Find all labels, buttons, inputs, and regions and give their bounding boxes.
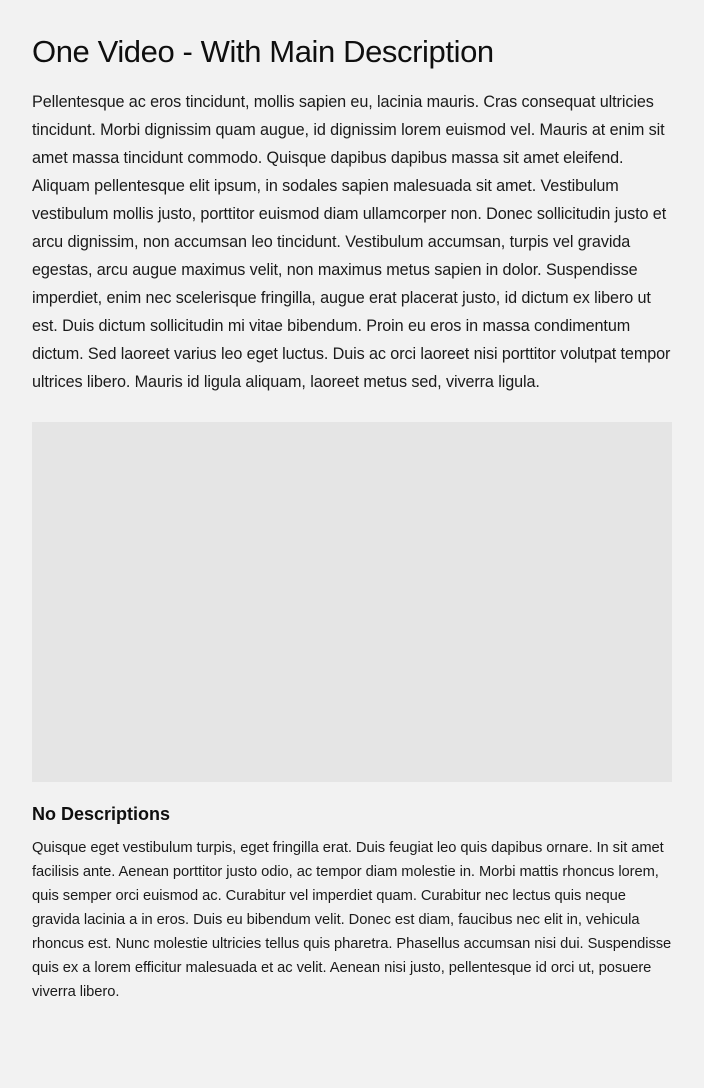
page-title: One Video - With Main Description (32, 34, 494, 69)
video-player[interactable] (32, 422, 672, 782)
page-container: One Video - With Main Description Pellen… (0, 0, 704, 1004)
video-description: Quisque eget vestibulum turpis, eget fri… (32, 840, 672, 1000)
video-title: No Descriptions (32, 804, 171, 824)
main-description: Pellentesque ac eros tincidunt, mollis s… (32, 93, 671, 391)
